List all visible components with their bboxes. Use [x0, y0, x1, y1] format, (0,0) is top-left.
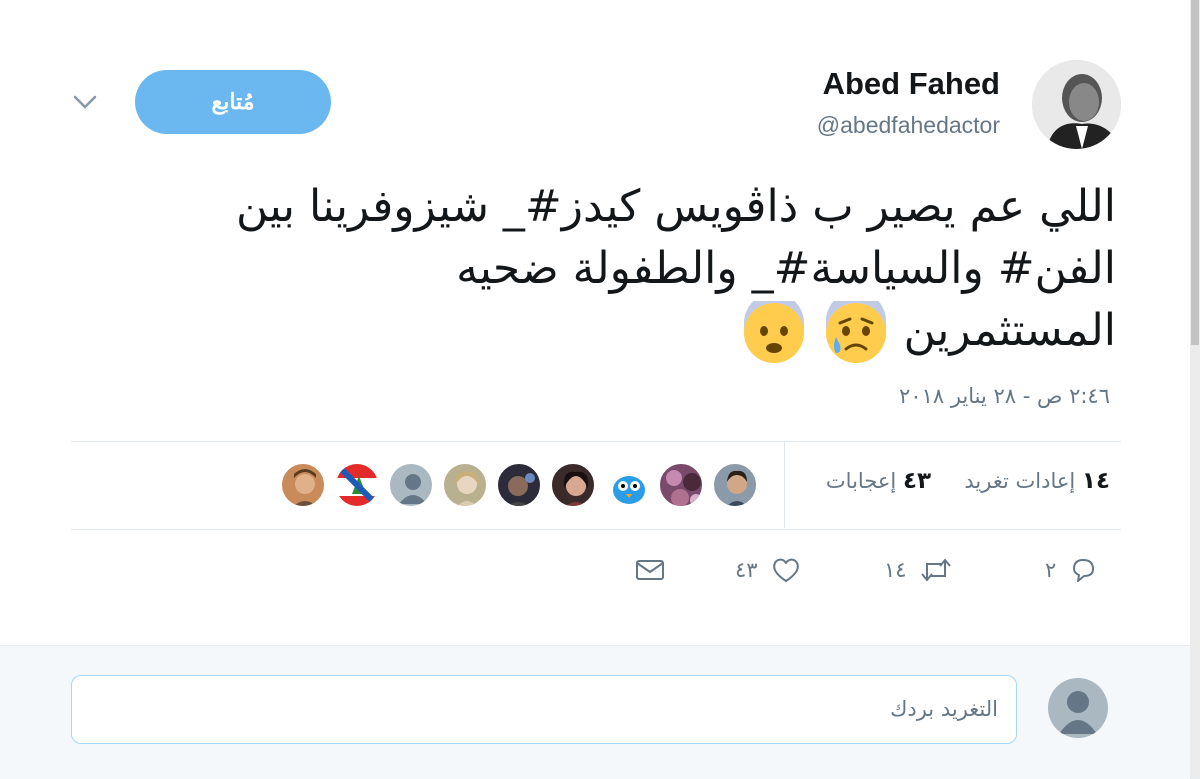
reply-input[interactable]: التغريد بردك — [71, 675, 1017, 744]
likes-label: إعجابات — [825, 469, 897, 493]
like-count: ٤٣ — [735, 558, 758, 582]
chevron-down-icon[interactable] — [72, 93, 98, 111]
stats-separator — [784, 442, 785, 528]
liker-avatar[interactable] — [658, 462, 704, 508]
liker-avatar[interactable] — [442, 462, 488, 508]
reply-count: ٢ — [1045, 558, 1057, 582]
current-user-avatar — [1048, 678, 1108, 738]
anxious-face-with-sweat-icon — [825, 301, 886, 363]
following-button[interactable]: مُتابع — [135, 70, 331, 134]
tweet-line-3-text: المستثمرين — [903, 305, 1116, 356]
retweet-icon[interactable] — [919, 555, 953, 585]
envelope-icon[interactable] — [634, 555, 666, 585]
heart-icon[interactable] — [770, 555, 802, 585]
liker-avatar[interactable] — [280, 462, 326, 508]
liker-avatar[interactable] — [550, 462, 596, 508]
tweet-line-3: المستثمرين — [100, 300, 1116, 365]
liker-avatar[interactable] — [604, 462, 650, 508]
liker-avatar[interactable] — [712, 462, 758, 508]
retweet-action[interactable]: ١٤ — [884, 555, 953, 585]
like-action[interactable]: ٤٣ — [735, 555, 802, 585]
fearful-face-icon — [743, 301, 804, 363]
likes-stat[interactable]: ٤٣ إعجابات — [825, 468, 932, 494]
user-name[interactable]: Abed Fahed — [823, 66, 1000, 102]
liker-avatar[interactable] — [388, 462, 434, 508]
direct-message-action[interactable] — [634, 555, 666, 585]
tweet-card: Abed Fahed @abedfahedactor مُتابع اللي ع… — [0, 0, 1191, 779]
profile-avatar[interactable] — [1032, 60, 1121, 149]
user-handle[interactable]: @abedfahedactor — [817, 112, 1000, 139]
tweet-stats: ١٤ إعادات تغريد ٤٣ إعجابات — [826, 468, 1110, 494]
likes-count: ٤٣ — [902, 468, 932, 494]
tweet-line-2: الفن# والسياسة#_ والطفولة ضحيه — [456, 243, 1116, 294]
profile-photo-icon — [1032, 60, 1121, 149]
default-avatar-icon — [1059, 691, 1097, 734]
scrollbar[interactable] — [1190, 0, 1200, 778]
retweets-label: إعادات تغريد — [964, 469, 1076, 493]
retweets-count: ١٤ — [1081, 468, 1110, 494]
reply-action[interactable]: ٢ — [1045, 555, 1098, 585]
divider-bottom — [71, 529, 1121, 530]
tweet-line-1: اللي عم يصير ب ذاڤويس كيدز#_ شيزوفرينا ب… — [236, 181, 1116, 232]
liker-avatar[interactable] — [496, 462, 542, 508]
reply-icon[interactable] — [1068, 555, 1098, 585]
retweets-stat[interactable]: ١٤ إعادات تغريد — [964, 468, 1110, 494]
liker-avatar[interactable] — [334, 462, 380, 508]
divider-top — [71, 441, 1121, 442]
tweet-text: اللي عم يصير ب ذاڤويس كيدز#_ شيزوفرينا ب… — [100, 176, 1116, 365]
scrollbar-thumb[interactable] — [1191, 0, 1199, 345]
tweet-timestamp[interactable]: ٢:٤٦ ص - ٢٨ يناير ٢٠١٨ — [899, 384, 1110, 408]
retweet-count: ١٤ — [884, 558, 907, 582]
